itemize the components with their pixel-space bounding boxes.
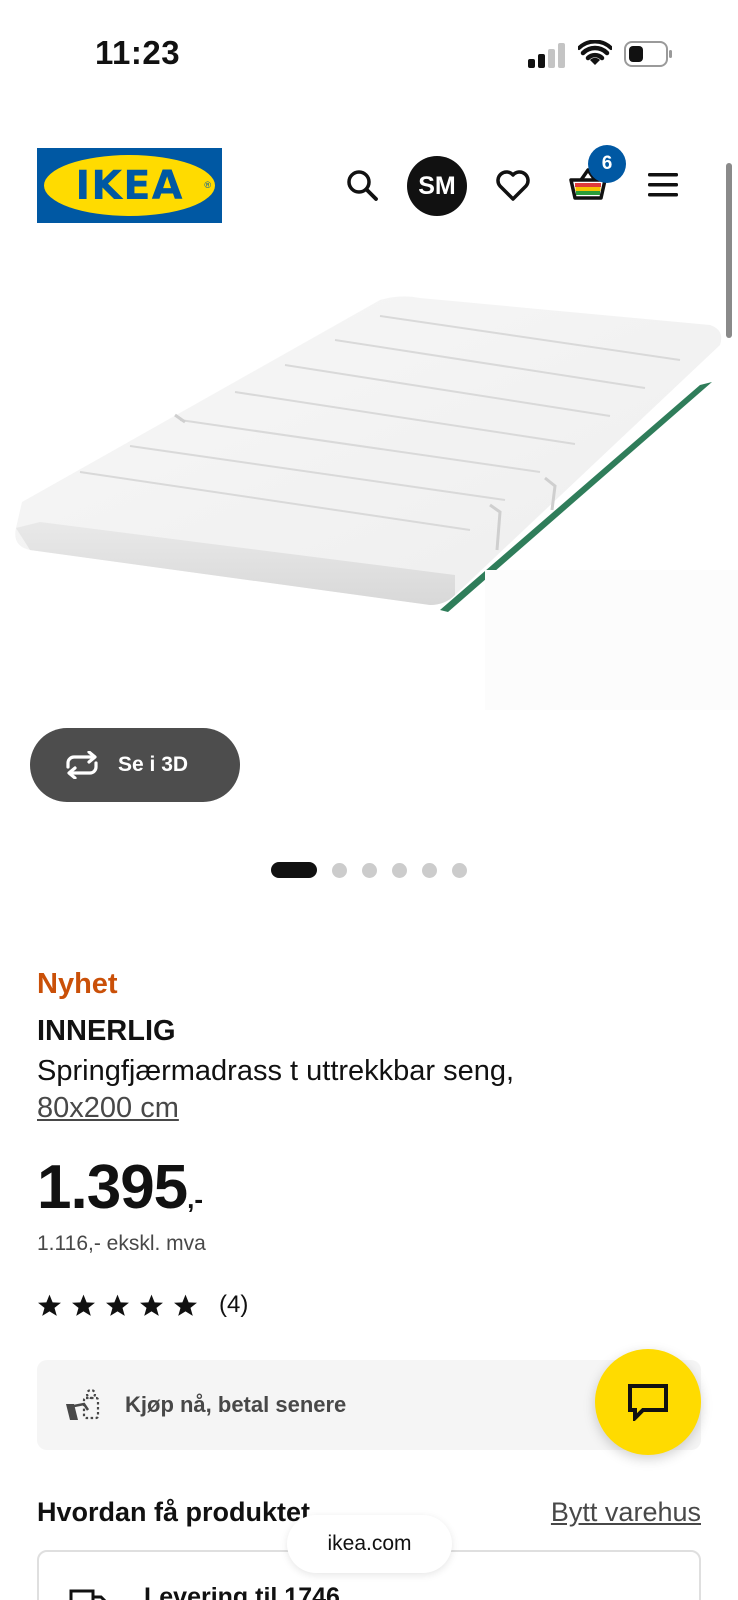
battery-icon [624,41,672,67]
star-icon [140,1294,163,1316]
logo-registered-mark: ® [204,180,211,190]
product-size-link[interactable]: 80x200 cm [37,1090,179,1127]
site-header: IKEA ® SM 6 [0,145,738,225]
price-suffix: ,- [187,1184,204,1214]
star-icon [106,1294,129,1316]
price-excl-vat: 1.116,- ekskl. mva [37,1232,206,1255]
carousel-dot[interactable] [422,862,437,878]
cart-count-badge: 6 [588,145,626,183]
status-bar: 11:23 [0,0,738,110]
carousel-dot[interactable] [271,862,317,878]
search-button[interactable] [332,155,392,215]
view-in-3d-button[interactable]: Se i 3D [30,728,240,802]
carousel-dot[interactable] [362,862,377,878]
carousel-dot[interactable] [452,862,467,878]
price-main: 1.395 [37,1153,188,1222]
image-carousel-indicator [271,862,467,878]
truck-icon [69,1589,107,1600]
heart-icon [496,170,530,201]
wifi-icon [578,40,612,65]
browser-url-bar[interactable]: ikea.com [287,1515,452,1573]
change-store-link[interactable]: Bytt varehus [551,1497,701,1528]
avatar[interactable]: SM [407,156,467,216]
status-time: 11:23 [95,34,181,71]
favourites-button[interactable] [483,155,543,215]
ikea-logo[interactable]: IKEA ® [37,148,222,223]
star-icon [174,1294,197,1316]
chat-bubble-icon [628,1384,668,1421]
hamburger-menu-icon [648,173,678,197]
logo-text: IKEA [75,162,184,209]
pay-later-label: Kjøp nå, betal senere [125,1392,347,1417]
product-description-text: Springfjærmadrass t uttrekkbar seng, [37,1055,515,1087]
carousel-dot[interactable] [332,862,347,878]
product-price: 1.395,- [37,1152,203,1223]
carousel-dot[interactable] [392,862,407,878]
product-name: INNERLIG [37,1015,176,1047]
delivery-label: Levering til 1746 [144,1583,340,1600]
rating-count: (4) [219,1291,249,1318]
view-in-3d-label: Se i 3D [118,753,189,776]
new-product-tag: Nyhet [37,968,118,1000]
product-image[interactable] [0,250,738,730]
how-to-get-product-heading: Hvordan få produktet [37,1497,311,1527]
star-icon [72,1294,95,1316]
search-icon [347,170,378,201]
rotate-3d-icon [66,751,98,779]
cellular-signal-icon [528,42,568,68]
chat-button[interactable] [595,1349,701,1455]
star-icon [38,1294,61,1316]
product-rating[interactable]: (4) [37,1291,248,1319]
menu-button[interactable] [633,155,693,215]
hand-coins-icon [66,1388,100,1420]
product-description: Springfjærmadrass t uttrekkbar seng, 80x… [37,1053,677,1127]
